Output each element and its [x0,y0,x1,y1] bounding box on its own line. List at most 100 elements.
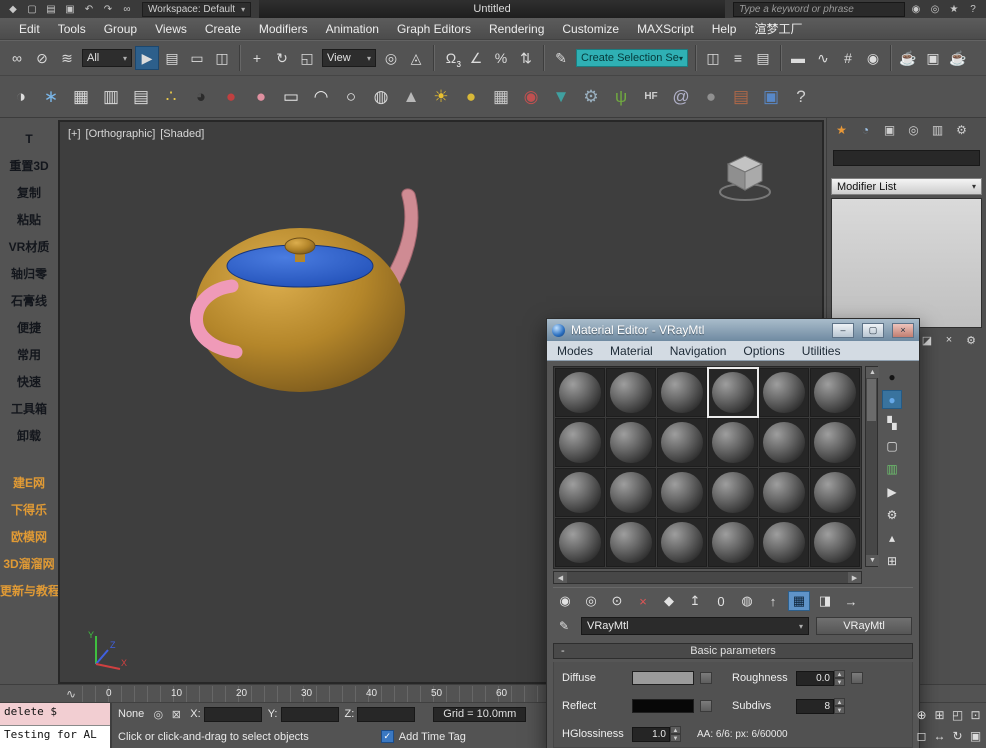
use-center-flyout-icon[interactable]: ◎ [379,46,403,70]
spinner-snap-icon[interactable]: ⇅ [514,46,538,70]
bricks-icon[interactable]: ▤ [728,83,754,111]
layer-table-icon[interactable]: ▦ [68,83,94,111]
scroll-up-icon[interactable]: ▲ [866,367,879,378]
reference-coordinate-dropdown[interactable]: View▾ [322,49,376,67]
hglossiness-value[interactable]: 1.0 [632,727,670,742]
mated-menu-options[interactable]: Options [743,344,784,358]
spinner-arrows[interactable]: ▲▼ [834,670,845,686]
grass-icon[interactable]: ψ [608,83,634,111]
reset-map-icon[interactable]: × [632,591,654,611]
material-slot-7[interactable] [606,418,656,467]
sidebar-item-13[interactable]: 下得乐 [0,497,58,524]
roughness-spinner[interactable]: 0.0 ▲▼ [796,670,845,686]
mated-menu-material[interactable]: Material [610,344,653,358]
select-by-name-icon[interactable]: ▤ [160,46,184,70]
show-end-result-icon[interactable]: ◍ [736,591,758,611]
spinner-arrows[interactable]: ▲▼ [834,698,845,714]
window-crossing-icon[interactable]: ◫ [210,46,234,70]
search-input[interactable]: Type a keyword or phrase [733,2,905,17]
pink-spheres-icon[interactable]: ● [248,83,274,111]
modifier-stack-list[interactable] [831,198,982,328]
sidebar-item-15[interactable]: 3D溜溜网 [0,551,58,578]
align-icon[interactable]: ≡ [726,46,750,70]
background-toggle-icon[interactable]: ◨ [814,591,836,611]
material-slot-23[interactable] [810,518,860,567]
select-and-link-qat-icon[interactable]: ∞ [118,1,136,17]
material-slot-3[interactable] [708,368,758,417]
select-and-scale-icon[interactable]: ◱ [295,46,319,70]
menu-item-edit[interactable]: Edit [10,22,49,36]
mirror-icon[interactable]: ◫ [701,46,725,70]
mated-menu-navigation[interactable]: Navigation [670,344,727,358]
select-and-manipulate-icon[interactable]: ◬ [404,46,428,70]
material-type-button[interactable]: VRayMtl [816,617,912,635]
material-slot-0[interactable] [555,368,605,417]
menu-item-group[interactable]: Group [95,22,146,36]
zoom-all-icon[interactable]: ⊞ [931,705,948,725]
video-color-check-icon[interactable]: ▥ [882,459,902,478]
sidebar-item-16[interactable]: 更新与教程 [0,578,58,605]
material-slot-19[interactable] [606,518,656,567]
material-id-channel-icon[interactable]: 0 [710,591,732,611]
bind-to-space-warp-icon[interactable]: ≋ [55,46,79,70]
minimize-button[interactable]: – [832,323,854,338]
select-and-rotate-icon[interactable]: ↻ [270,46,294,70]
scroll-right-icon[interactable]: ▶ [848,572,861,583]
material-slot-13[interactable] [606,468,656,517]
teapot-model[interactable] [130,162,530,462]
sidebar-item-11[interactable]: 卸载 [0,423,58,450]
sidebar-item-12[interactable]: 建E网 [0,470,58,497]
menu-item-maxscript[interactable]: MAXScript [628,22,703,36]
roughness-map-button[interactable] [851,672,863,684]
zoom-extents-icon[interactable]: ◰ [949,705,966,725]
vertical-scrollbar[interactable]: ▲ ▼ [865,366,878,567]
tab-modify[interactable]: ◔ [855,121,876,139]
orbit-icon[interactable]: ↻ [949,726,966,746]
help-icon[interactable]: ? [964,1,982,17]
menu-item-cn-12[interactable]: 渲梦工厂 [745,20,811,37]
diffuse-map-button[interactable] [700,672,712,684]
modifier-list-dropdown[interactable]: Modifier List ▾ [831,178,982,195]
select-and-move-icon[interactable]: + [245,46,269,70]
hglossiness-spinner[interactable]: 1.0 ▲▼ [632,726,681,742]
angle-snap-icon[interactable]: ∠ [464,46,488,70]
rounded-rect-primitive-icon[interactable]: ▭ [278,83,304,111]
viewcube[interactable] [718,148,774,204]
gray-sphere-icon[interactable]: ● [698,83,724,111]
menu-item-tools[interactable]: Tools [49,22,95,36]
subdivs-spinner[interactable]: 8 ▲▼ [796,698,845,714]
material-slot-15[interactable] [708,468,758,517]
material-slot-11[interactable] [810,418,860,467]
basic-parameters-rollout[interactable]: - Basic parameters [553,643,913,659]
listener-pane[interactable]: Testing for AL [0,726,110,748]
material-slot-17[interactable] [810,468,860,517]
rendered-frame-icon[interactable]: ▣ [921,46,945,70]
material-slot-14[interactable] [657,468,707,517]
go-to-parent-icon[interactable]: ↑ [762,591,784,611]
zoom-extents-all-icon[interactable]: ⊡ [967,705,984,725]
zoom-region-icon[interactable]: ◻ [913,726,930,746]
time-tag[interactable]: ✓ Add Time Tag [381,730,466,743]
sidebar-item-5[interactable]: 轴归零 [0,261,58,288]
sidebar-item-8[interactable]: 常用 [0,342,58,369]
material-slot-16[interactable] [759,468,809,517]
sidebar-item-9[interactable]: 快速 [0,369,58,396]
curve-editor-icon[interactable]: ∿ [811,46,835,70]
make-material-copy-icon[interactable]: ◆ [658,591,680,611]
mated-menu-modes[interactable]: Modes [557,344,593,358]
tab-create[interactable]: ★ [831,121,852,139]
snaps-toggle-icon[interactable]: Ω3 [439,46,463,70]
grid-plane-icon[interactable]: ▦ [488,83,514,111]
material-slot-10[interactable] [759,418,809,467]
menu-item-customize[interactable]: Customize [553,22,628,36]
list-view-icon[interactable]: ▤ [128,83,154,111]
red-spheres-icon[interactable]: ● [218,83,244,111]
isolate-selection-icon[interactable]: ◎ [150,707,166,722]
yellow-sphere-icon[interactable]: ● [458,83,484,111]
make-unique-icon[interactable]: ◪ [918,332,936,348]
scroll-down-icon[interactable]: ▼ [866,555,879,566]
app-menu-icon[interactable]: ◆ [4,1,22,17]
named-selection-set-dropdown[interactable]: Create Selection Se▾ [576,49,688,67]
material-options-icon[interactable]: ⚙ [882,505,902,524]
dome-primitive-icon[interactable]: ◠ [308,83,334,111]
